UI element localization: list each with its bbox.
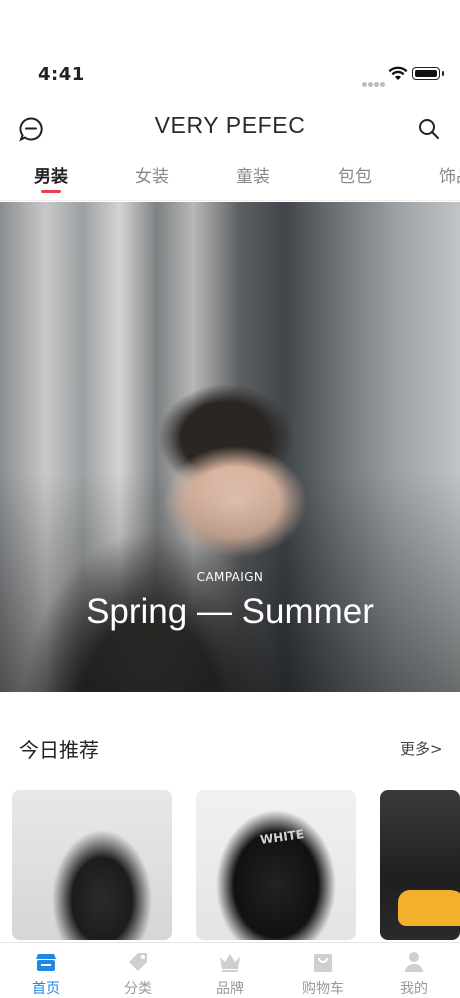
nav-cart-label: 购物车 bbox=[302, 981, 344, 997]
product-card[interactable] bbox=[380, 790, 460, 940]
product-card[interactable] bbox=[12, 790, 172, 940]
cart-bag-icon bbox=[314, 954, 332, 972]
tag-icon bbox=[129, 953, 147, 971]
product-card[interactable]: WHITE bbox=[196, 790, 356, 940]
section-title-today: 今日推荐 bbox=[19, 738, 99, 762]
nav-brand[interactable]: 品牌 bbox=[190, 943, 270, 997]
nav-home-label: 首页 bbox=[32, 981, 60, 997]
carousel-dots bbox=[218, 686, 242, 692]
app-title: VERY PEFEC bbox=[154, 112, 306, 138]
more-link[interactable]: 更多> bbox=[400, 738, 443, 759]
crown-icon bbox=[220, 954, 240, 972]
status-time: 4:41 bbox=[38, 64, 85, 85]
sneaker-image bbox=[398, 890, 460, 926]
status-bar: 4:41 bbox=[0, 0, 460, 100]
active-tab-indicator bbox=[41, 190, 61, 193]
nav-me[interactable]: 我的 bbox=[374, 943, 454, 997]
home-store-icon bbox=[36, 954, 56, 971]
nav-me-label: 我的 bbox=[400, 981, 428, 997]
tab-bags[interactable]: 包包 bbox=[338, 162, 372, 187]
cellular-signal-icon bbox=[362, 72, 386, 91]
search-icon[interactable] bbox=[418, 118, 440, 140]
nav-category[interactable]: 分类 bbox=[98, 943, 178, 997]
user-icon bbox=[405, 952, 423, 972]
bottom-nav-bar: 首页 分类 品牌 购物车 我的 bbox=[0, 942, 460, 997]
tab-accessories[interactable]: 饰品 bbox=[439, 162, 460, 187]
banner-kicker: CAMPAIGN bbox=[196, 570, 264, 584]
wifi-icon bbox=[388, 66, 408, 80]
jacket-print-text: WHITE bbox=[259, 826, 305, 848]
tab-men[interactable]: 男装 bbox=[34, 162, 68, 187]
banner-slogan: Spring — Summer bbox=[86, 592, 374, 631]
tab-women[interactable]: 女装 bbox=[135, 162, 169, 187]
nav-home[interactable]: 首页 bbox=[6, 943, 86, 997]
category-tabs: 男装 女装 童装 包包 饰品 bbox=[0, 152, 460, 201]
nav-category-label: 分类 bbox=[124, 981, 152, 997]
nav-cart[interactable]: 购物车 bbox=[283, 943, 363, 997]
nav-brand-label: 品牌 bbox=[216, 981, 244, 997]
campaign-banner[interactable]: CAMPAIGN Spring — Summer bbox=[0, 202, 460, 692]
tab-kids[interactable]: 童装 bbox=[236, 162, 270, 187]
battery-icon bbox=[412, 67, 444, 80]
